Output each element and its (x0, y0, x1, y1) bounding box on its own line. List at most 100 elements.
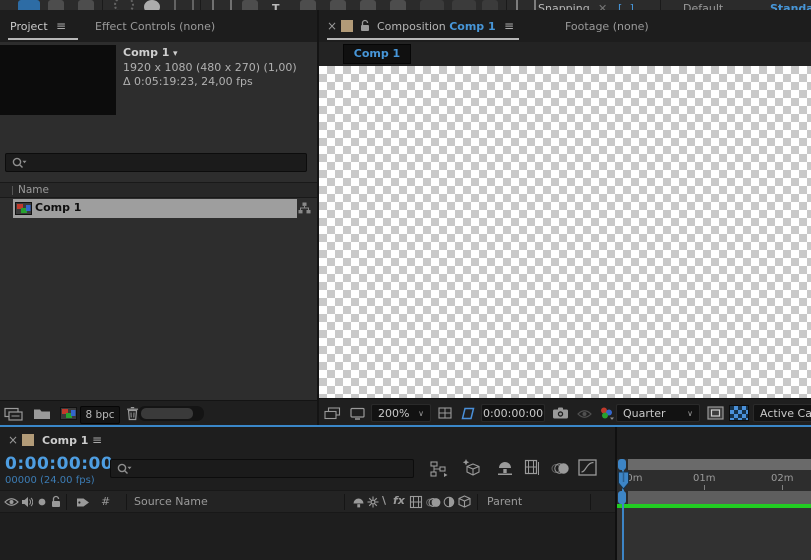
shy-toggle-icon[interactable] (496, 460, 514, 475)
composition-footer: 200% ∨ 0:00:00:00 Quarter ∨ (319, 398, 811, 427)
timeline-tab-comp[interactable]: Comp 1 (42, 434, 88, 447)
chevron-down-icon: ∨ (687, 409, 693, 418)
panel-group-swatch[interactable] (341, 20, 353, 32)
project-item-info: Comp 1 ▾ 1920 x 1080 (480 x 270) (1,00) … (123, 46, 297, 89)
resolution-dropdown[interactable]: Quarter ∨ (616, 404, 700, 422)
grid-guides-icon[interactable] (438, 407, 453, 420)
region-of-interest-icon[interactable] (707, 406, 724, 420)
interpret-footage-icon[interactable] (4, 407, 26, 422)
work-area-bar[interactable] (628, 491, 811, 504)
column-divider (590, 494, 591, 510)
panel-group-swatch[interactable] (22, 434, 34, 446)
time-navigator-track[interactable] (617, 459, 811, 470)
panel-menu-icon[interactable]: ≡ (504, 19, 514, 33)
snapshot-camera-icon[interactable] (552, 406, 569, 420)
composition-viewport[interactable] (319, 66, 811, 398)
audio-speaker-icon[interactable] (21, 496, 33, 508)
info-dropdown-icon[interactable]: ▾ (173, 49, 178, 59)
work-area-track[interactable] (617, 491, 811, 504)
continuously-rasterize-icon[interactable]: \ (382, 494, 386, 507)
ruler-tick (704, 485, 705, 490)
timeline-graph-area: 00m 01m 02m (617, 427, 811, 560)
info-comp-name[interactable]: Comp 1 (123, 46, 169, 59)
solo-icon[interactable] (37, 497, 47, 507)
ruler-tick (782, 485, 783, 490)
info-duration: Δ 0:05:19:23, 24,00 fps (123, 75, 297, 89)
draft-3d-icon[interactable] (462, 459, 481, 476)
tab-effect-controls[interactable]: Effect Controls (none) (95, 20, 215, 33)
project-search-input[interactable] (5, 153, 307, 172)
panel-menu-icon[interactable]: ≡ (92, 433, 102, 447)
project-tabbar: Project ≡ Effect Controls (none) (0, 10, 317, 42)
lock-icon[interactable] (359, 19, 371, 32)
timeline-column-headers: # Source Name \ fx (0, 490, 615, 513)
adjustment-layer-icon[interactable] (443, 496, 455, 508)
project-item-thumbnail (0, 45, 116, 115)
monitor-icon[interactable] (350, 407, 365, 420)
search-icon[interactable] (116, 462, 132, 476)
column-divider (126, 494, 127, 510)
navigator-bar[interactable] (628, 459, 811, 470)
bit-depth-button[interactable]: 8 bpc (80, 406, 120, 424)
toolbar-divider (200, 0, 201, 10)
tab-project[interactable]: Project (10, 20, 48, 33)
frame-blending-icon[interactable] (524, 459, 541, 475)
column-name-header[interactable]: Name (18, 184, 49, 196)
new-composition-icon[interactable] (60, 407, 77, 420)
index-column-header[interactable]: # (101, 495, 110, 508)
preview-time-display[interactable]: 0:00:00:00 (481, 404, 545, 422)
playhead-handle[interactable] (617, 471, 630, 490)
frame-counter: 00000 (24.00 fps) (5, 475, 95, 486)
composition-mini-flowchart-icon[interactable] (430, 461, 448, 477)
magnification-dropdown[interactable]: 200% ∨ (371, 404, 431, 422)
mask-visibility-icon[interactable] (458, 407, 476, 420)
viewer-subtab-row: Comp 1 (319, 42, 811, 66)
label-tag-icon[interactable] (76, 497, 90, 508)
flowchart-icon[interactable] (298, 202, 311, 214)
parent-column-header[interactable]: Parent (487, 495, 522, 508)
active-camera-dropdown[interactable]: Active Cam (753, 404, 811, 422)
column-divider (66, 494, 67, 510)
viewer-subtab-comp[interactable]: Comp 1 (343, 44, 411, 64)
project-item-row[interactable]: Comp 1 (0, 199, 317, 218)
fx-icon[interactable]: fx (393, 494, 405, 507)
toolbar-divider (660, 0, 661, 10)
tab-composition[interactable]: Composition Comp 1 (377, 20, 496, 33)
horizontal-scrollbar-thumb[interactable] (141, 408, 193, 419)
column-divider (344, 494, 345, 510)
close-panel-icon[interactable]: × (8, 433, 18, 447)
collapse-transformations-icon[interactable] (367, 496, 379, 508)
tab-composition-comp-name: Comp 1 (449, 20, 495, 33)
shy-column-icon[interactable] (352, 497, 365, 508)
panel-menu-icon[interactable]: ≡ (56, 19, 66, 33)
tab-footage[interactable]: Footage (none) (565, 20, 649, 33)
search-icon[interactable] (11, 156, 27, 170)
transparency-grid-icon[interactable] (729, 405, 749, 421)
motion-blur-column-icon[interactable] (425, 497, 441, 508)
3d-layer-cube-icon[interactable] (458, 495, 471, 508)
navigator-start-handle[interactable] (618, 459, 626, 470)
magnification-value: 200% (378, 407, 409, 420)
info-dimensions: 1920 x 1080 (480 x 270) (1,00) (123, 61, 297, 75)
show-snapshot-eye-icon[interactable] (577, 409, 592, 419)
close-panel-icon[interactable]: × (327, 19, 337, 33)
project-footer: 8 bpc (0, 400, 317, 427)
column-divider (477, 494, 478, 510)
lock-column-icon[interactable] (50, 495, 62, 508)
layer-track-area[interactable] (617, 508, 811, 560)
time-ruler[interactable]: 00m 01m 02m (617, 470, 811, 491)
current-time-display[interactable]: 0:00:00:00 (5, 454, 113, 474)
source-name-column-header[interactable]: Source Name (134, 495, 208, 508)
channel-rgb-icon[interactable] (599, 406, 614, 420)
video-eye-icon[interactable] (4, 497, 19, 507)
project-panel: Project ≡ Effect Controls (none) Comp 1 … (0, 10, 317, 427)
timeline-panel: × Comp 1 ≡ 0:00:00:00 00000 (24.00 fps) (0, 427, 811, 560)
new-folder-icon[interactable] (33, 407, 51, 420)
motion-blur-icon[interactable] (550, 462, 570, 475)
graph-editor-icon[interactable] (578, 459, 597, 476)
project-list-header: Name (0, 182, 317, 198)
frame-blend-column-icon[interactable] (409, 495, 423, 509)
timeline-search-input[interactable] (110, 459, 414, 478)
project-item-label[interactable]: Comp 1 (35, 201, 81, 214)
always-preview-icon[interactable] (324, 407, 341, 420)
